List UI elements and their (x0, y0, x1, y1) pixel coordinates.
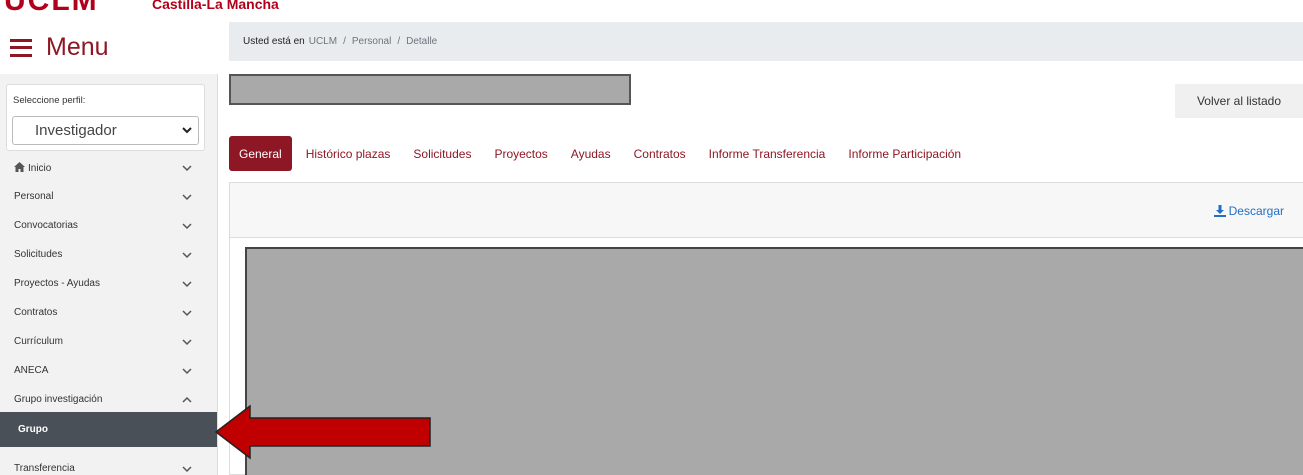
sidebar-item-contratos[interactable]: Contratos (0, 298, 217, 327)
back-to-list-button[interactable]: Volver al listado (1175, 84, 1303, 118)
download-label: Descargar (1228, 204, 1284, 218)
chevron-down-icon (182, 338, 192, 345)
tab-ayudas[interactable]: Ayudas (571, 136, 611, 171)
profile-select[interactable]: Investigador (12, 116, 199, 145)
breadcrumb-separator: / (343, 36, 346, 47)
chevron-down-icon (182, 127, 192, 134)
sidebar-item-transferencia[interactable]: Transferencia (0, 454, 217, 475)
sidebar-item-grupo-investigacion[interactable]: Grupo investigación (0, 385, 217, 414)
home-icon (14, 161, 25, 172)
logo-subtitle: Castilla-La Mancha (152, 0, 279, 12)
redacted-title (229, 74, 631, 105)
sidebar-item-inicio[interactable]: Inicio (0, 153, 217, 182)
tab-informe-participacion[interactable]: Informe Participación (848, 136, 961, 171)
chevron-up-icon (182, 396, 192, 403)
sidebar-item-label: Convocatorias (14, 220, 78, 231)
breadcrumb-item-detalle: Detalle (406, 36, 438, 47)
tab-historico-plazas[interactable]: Histórico plazas (306, 136, 391, 171)
breadcrumb-item-personal[interactable]: Personal (352, 36, 391, 47)
sidebar-item-label: Solicitudes (14, 249, 63, 260)
tab-general[interactable]: General (229, 136, 292, 171)
breadcrumb-prefix: Usted está en (243, 36, 305, 47)
sidebar-item-solicitudes[interactable]: Solicitudes (0, 240, 217, 269)
detail-tabs: General Histórico plazas Solicitudes Pro… (229, 136, 984, 171)
page: UCLM Castilla-La Mancha Menu Usted está … (0, 0, 1303, 475)
menu-toggle-button[interactable]: Menu (10, 33, 109, 62)
panel-toolbar: Descargar (230, 183, 1303, 238)
tab-contratos[interactable]: Contratos (634, 136, 686, 171)
chevron-down-icon (182, 367, 192, 374)
hamburger-icon (10, 38, 32, 57)
chevron-down-icon (182, 309, 192, 316)
sidebar-item-proyectos-ayudas[interactable]: Proyectos - Ayudas (0, 269, 217, 298)
tab-informe-transferencia[interactable]: Informe Transferencia (709, 136, 826, 171)
tab-solicitudes[interactable]: Solicitudes (413, 136, 471, 171)
sidebar-item-label: Contratos (14, 307, 58, 318)
sidebar-item-convocatorias[interactable]: Convocatorias (0, 211, 217, 240)
profile-label: Seleccione perfil: (13, 95, 86, 106)
tab-proyectos[interactable]: Proyectos (494, 136, 547, 171)
chevron-down-icon (182, 465, 192, 472)
sidebar-item-label: Currículum (14, 336, 63, 347)
chevron-down-icon (182, 222, 192, 229)
chevron-down-icon (182, 164, 192, 171)
sidebar-item-label: Transferencia (14, 463, 75, 474)
breadcrumb: Usted está en UCLM / Personal / Detalle (229, 22, 1303, 61)
sidebar-item-inicio-wrap: Inicio (14, 161, 182, 174)
sidebar-item-aneca[interactable]: ANECA (0, 356, 217, 385)
uclm-logo[interactable]: UCLM Castilla-La Mancha (0, 0, 300, 22)
sidebar-item-label: Personal (14, 191, 54, 202)
menu-label: Menu (46, 33, 109, 61)
sidebar-subitem-grupo[interactable]: Grupo (0, 412, 217, 447)
sidebar-item-label: Grupo (18, 424, 48, 435)
sidebar-item-curriculum[interactable]: Currículum (0, 327, 217, 356)
sidebar-item-personal[interactable]: Personal (0, 182, 217, 211)
profile-select-value: Investigador (35, 122, 117, 139)
breadcrumb-item-uclm[interactable]: UCLM (309, 36, 337, 47)
download-icon (1213, 205, 1226, 217)
chevron-down-icon (182, 251, 192, 258)
sidebar-item-label: Grupo investigación (14, 394, 103, 405)
sidebar-item-label: Proyectos - Ayudas (14, 278, 100, 289)
logo-mark: UCLM (4, 0, 99, 17)
chevron-down-icon (182, 280, 192, 287)
annotation-arrow-icon (214, 404, 431, 460)
sidebar-item-label: Inicio (28, 162, 52, 174)
profile-selector-box: Seleccione perfil: Investigador (6, 84, 205, 151)
breadcrumb-separator: / (397, 36, 401, 47)
chevron-down-icon (182, 193, 192, 200)
sidebar: Seleccione perfil: Investigador Inicio P… (0, 74, 218, 475)
sidebar-item-label: ANECA (14, 365, 49, 376)
download-button[interactable]: Descargar (1213, 204, 1284, 218)
